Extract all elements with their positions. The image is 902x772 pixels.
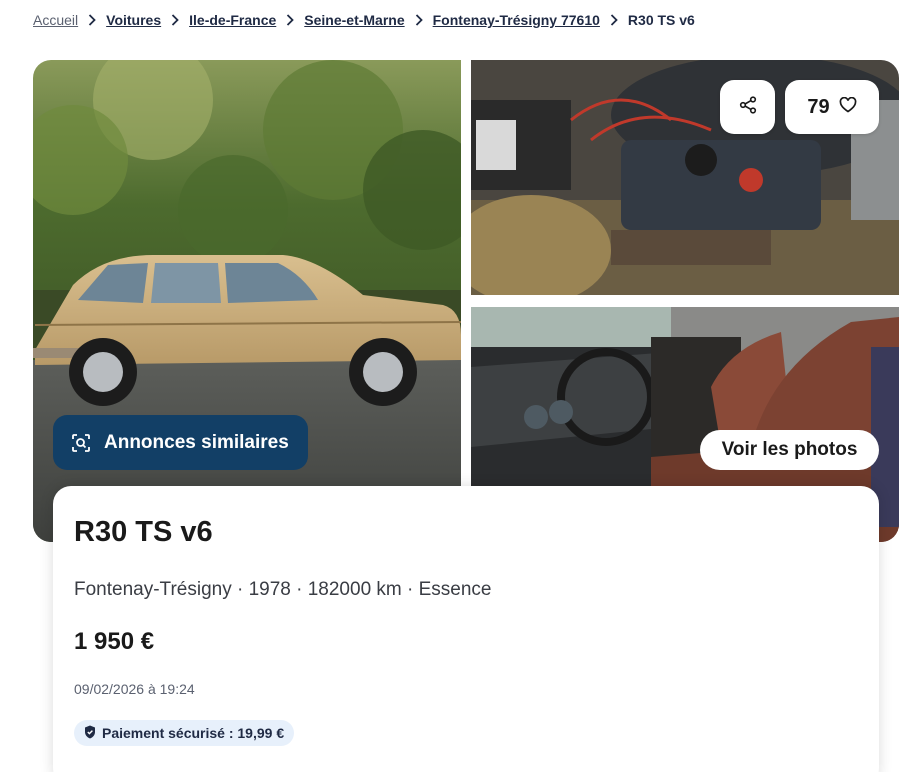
share-icon: [739, 95, 757, 119]
breadcrumb-home[interactable]: Accueil: [33, 12, 78, 28]
breadcrumb-region[interactable]: Ile-de-France: [189, 12, 276, 28]
similar-listings-button[interactable]: Annonces similaires: [53, 415, 308, 470]
chevron-right-icon: [415, 14, 423, 26]
listing-date: 09/02/2026 à 19:24: [74, 681, 195, 697]
similar-listings-label: Annonces similaires: [104, 431, 289, 453]
secure-payment-label: Paiement sécurisé : 19,99 €: [102, 725, 285, 741]
chevron-right-icon: [171, 14, 179, 26]
breadcrumb-voitures[interactable]: Voitures: [106, 12, 161, 28]
chevron-right-icon: [286, 14, 295, 26]
chevron-right-icon: [610, 14, 618, 26]
see-photos-button[interactable]: Voir les photos: [700, 430, 879, 470]
share-button[interactable]: [720, 80, 775, 134]
heart-icon: [839, 96, 857, 119]
breadcrumb: Accueil Voitures Ile-de-France Seine-et-…: [33, 10, 695, 30]
favorites-count: 79: [807, 95, 830, 118]
image-search-icon: [71, 433, 91, 453]
breadcrumb-department[interactable]: Seine-et-Marne: [304, 12, 404, 28]
shield-icon: [84, 725, 96, 742]
listing-price: 1 950 €: [74, 628, 155, 655]
secure-payment-badge: Paiement sécurisé : 19,99 €: [74, 720, 295, 746]
breadcrumb-city[interactable]: Fontenay-Trésigny 77610: [433, 12, 600, 28]
favorite-button[interactable]: 79: [785, 80, 879, 134]
listing-subtitle: Fontenay-Trésigny · 1978 · 182000 km · E…: [74, 579, 492, 600]
listing-card: R30 TS v6 Fontenay-Trésigny · 1978 · 182…: [53, 486, 879, 772]
breadcrumb-current: R30 TS v6: [627, 12, 695, 28]
listing-title: R30 TS v6: [74, 516, 213, 548]
chevron-right-icon: [88, 14, 96, 26]
